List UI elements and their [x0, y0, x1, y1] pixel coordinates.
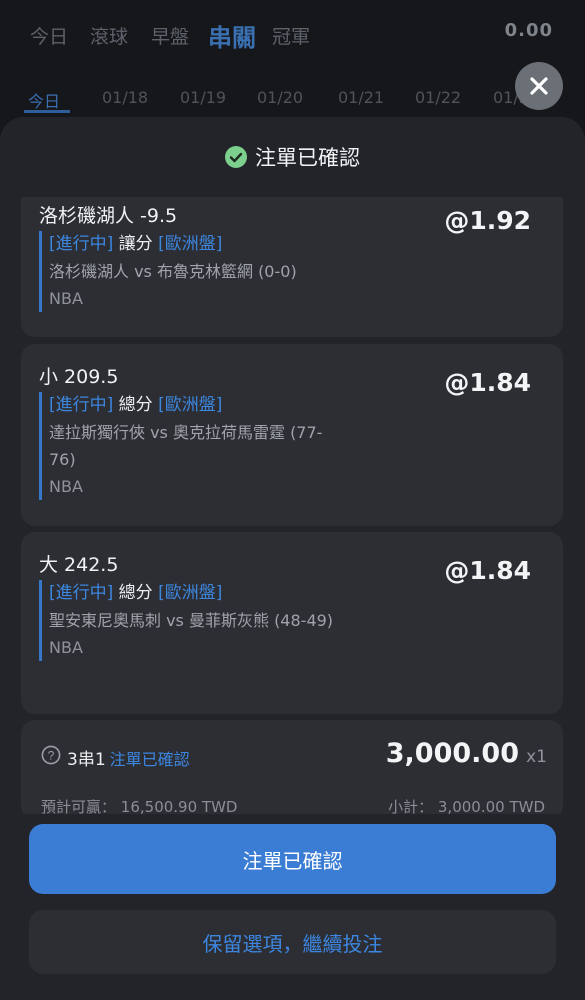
selection-market-line: [進行中] 讓分 [歐洲盤] — [49, 231, 349, 258]
market-name: 總分 — [118, 395, 153, 415]
date-bar: 今日 01/18 01/19 01/20 01/21 01/22 01/23 — [0, 82, 585, 116]
close-button[interactable] — [515, 62, 563, 110]
league-name: NBA — [49, 289, 83, 308]
parlay-status: 注單已確認 — [109, 750, 190, 769]
selection-card: 大 242.5 @1.84 [進行中] 總分 [歐洲盤] 聖安東尼奧馬刺 vs … — [21, 532, 563, 714]
sheet-title: 注單已確認 — [255, 146, 360, 170]
status-tag: [進行中] — [49, 234, 114, 254]
check-circle-icon — [225, 146, 247, 168]
sheet-footer: 注單已確認 保留選項，繼續投注 — [0, 814, 585, 1000]
odds-type-tag: [歐洲盤] — [158, 234, 223, 254]
tab-live[interactable]: 滾球 — [90, 22, 128, 49]
selection-title: 大 242.5 — [39, 554, 119, 576]
selection-card: 洛杉磯湖人 -9.5 @1.92 [進行中] 讓分 [歐洲盤] 洛杉磯湖人 vs… — [21, 179, 563, 337]
date-tab[interactable]: 01/18 — [102, 88, 148, 107]
match-teams: 洛杉磯湖人 vs 布魯克林籃網 (0-0) — [49, 262, 297, 281]
tab-today[interactable]: 今日 — [30, 22, 68, 49]
stake-amount: 3,000.00 — [385, 738, 519, 769]
parlay-summary: ? 3串1 注單已確認 3,000.00 x1 預計可贏： 16,500.90 T… — [21, 720, 563, 820]
selection-title: 洛杉磯湖人 -9.5 — [39, 205, 178, 227]
close-icon — [530, 77, 548, 95]
active-date-underline — [24, 110, 70, 113]
league-name: NBA — [49, 638, 83, 657]
odds-type-tag: [歐洲盤] — [158, 583, 223, 603]
date-tab[interactable]: 01/19 — [180, 88, 226, 107]
selection-detail: [進行中] 總分 [歐洲盤] 聖安東尼奧馬刺 vs 曼菲斯灰熊 (48-49) … — [39, 580, 349, 661]
selection-odds: @1.84 — [444, 556, 531, 585]
bet-confirmation-sheet: 注單已確認 洛杉磯湖人 -9.5 @1.92 [進行中] 讓分 [歐洲盤] 洛杉… — [0, 117, 585, 1000]
date-tab[interactable]: 01/20 — [257, 88, 303, 107]
league-name: NBA — [49, 477, 83, 496]
top-navigation: 今日 滾球 早盤 串關 冠軍 0.00 — [0, 0, 585, 70]
svg-text:?: ? — [48, 749, 55, 763]
parlay-label: 3串1 — [67, 750, 106, 770]
selection-odds: @1.92 — [444, 206, 531, 235]
selection-odds: @1.84 — [444, 368, 531, 397]
odds-type-tag: [歐洲盤] — [158, 395, 223, 415]
status-tag: [進行中] — [49, 583, 114, 603]
selection-detail: [進行中] 總分 [歐洲盤] 達拉斯獨行俠 vs 奧克拉荷馬雷霆 (77-76)… — [39, 392, 349, 500]
tab-parlay[interactable]: 串關 — [208, 18, 256, 53]
tab-early[interactable]: 早盤 — [151, 22, 189, 49]
date-tab[interactable]: 今日 — [28, 88, 60, 112]
question-icon[interactable]: ? — [41, 745, 61, 765]
tab-outright[interactable]: 冠軍 — [272, 22, 310, 49]
selection-title: 小 209.5 — [39, 366, 119, 388]
match-teams: 聖安東尼奧馬刺 vs 曼菲斯灰熊 (48-49) — [49, 611, 334, 630]
stake-multiplier: x1 — [526, 747, 547, 767]
selection-card: 小 209.5 @1.84 [進行中] 總分 [歐洲盤] 達拉斯獨行俠 vs 奧… — [21, 344, 563, 526]
status-tag: [進行中] — [49, 395, 114, 415]
date-tab[interactable]: 01/22 — [415, 88, 461, 107]
balance-display: 0.00 — [504, 20, 553, 41]
match-teams: 達拉斯獨行俠 vs 奧克拉荷馬雷霆 (77-76) — [49, 423, 323, 469]
market-name: 總分 — [118, 583, 153, 603]
confirm-button[interactable]: 注單已確認 — [29, 824, 556, 894]
selection-market-line: [進行中] 總分 [歐洲盤] — [49, 392, 349, 419]
market-name: 讓分 — [118, 234, 153, 254]
parlay-type: 3串1 注單已確認 — [67, 745, 190, 770]
date-tab[interactable]: 01/21 — [338, 88, 384, 107]
sheet-header: 注單已確認 — [0, 117, 585, 197]
selection-detail: [進行中] 讓分 [歐洲盤] 洛杉磯湖人 vs 布魯克林籃網 (0-0) NBA — [39, 231, 349, 312]
keep-selections-button[interactable]: 保留選項，繼續投注 — [29, 910, 556, 974]
selection-market-line: [進行中] 總分 [歐洲盤] — [49, 580, 349, 607]
